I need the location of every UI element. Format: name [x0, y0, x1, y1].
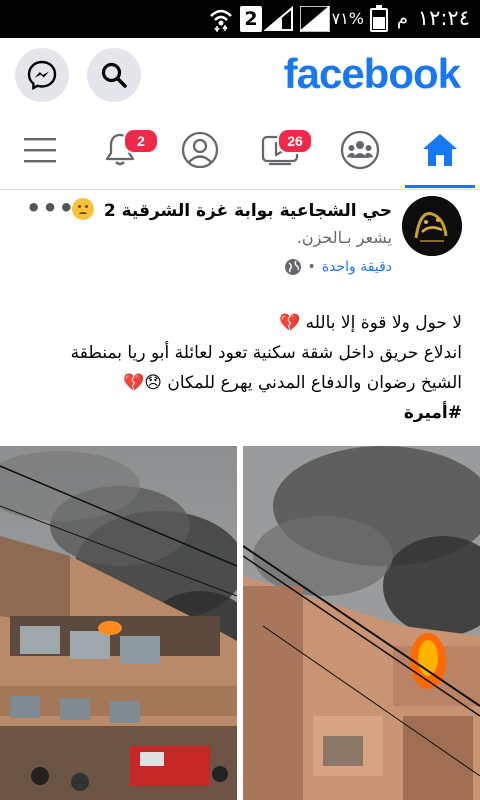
page-logo-image: [402, 196, 462, 256]
wifi-icon: [210, 9, 232, 32]
page-name-link[interactable]: حي الشجاعية بوابة غزة الشرقية 2: [71, 198, 392, 221]
home-icon: [423, 134, 457, 166]
post-time[interactable]: دقيقة واحدة: [322, 259, 392, 275]
tab-watch[interactable]: 26: [245, 112, 315, 188]
notification-badge: 2: [123, 128, 159, 154]
post-line: الشيخ رضوان والدفاع المدني يهرع للمكان 😞…: [123, 373, 462, 393]
tab-bar: 2 26: [0, 112, 480, 190]
feed-post: ••• حي الشجاعية بوابة غزة الشرقية 2 يشعر…: [0, 190, 480, 800]
tab-home[interactable]: [405, 112, 475, 188]
globe-icon: [284, 259, 301, 275]
page-name: حي الشجاعية بوابة غزة الشرقية 2: [103, 201, 392, 221]
sad-emoji-icon: [71, 198, 94, 220]
tab-menu[interactable]: [5, 112, 75, 188]
search-button[interactable]: [87, 48, 141, 102]
signal-icon: [300, 6, 330, 32]
building-fire-photo-right[interactable]: [243, 446, 480, 800]
signal-icon: [264, 6, 293, 31]
battery-percent: ٧١%: [331, 9, 364, 28]
post-line: اندلاع حريق داخل شقة سكنية تعود لعائلة أ…: [70, 343, 462, 363]
building-fire-photo-left[interactable]: [0, 446, 237, 800]
facebook-logo[interactable]: facebook: [284, 50, 461, 98]
battery-icon: [370, 5, 388, 32]
meta-separator: •: [307, 259, 316, 275]
clock: ١٢:٢٤: [417, 6, 470, 30]
groups-icon: [340, 130, 380, 170]
search-icon: [101, 62, 127, 88]
sim-indicator: 2: [240, 6, 262, 32]
app-header: facebook: [0, 38, 480, 112]
tab-profile[interactable]: [165, 112, 235, 188]
status-bar: 2 ٧١% م ١٢:٢٤: [0, 0, 480, 38]
post-line: لا حول ولا قوة إلا بالله 💔: [279, 313, 462, 333]
post-options-button[interactable]: •••: [26, 194, 75, 222]
ampm-label: م: [396, 8, 408, 29]
post-hashtag[interactable]: #أميرة: [12, 398, 462, 428]
hamburger-icon: [24, 138, 56, 163]
active-tab-indicator: [405, 185, 475, 188]
messenger-button[interactable]: [15, 48, 69, 102]
page-avatar[interactable]: [402, 196, 462, 256]
watch-badge: 26: [277, 128, 313, 154]
feeling-status: يشعر بـالحزن.: [296, 228, 392, 247]
post-header: ••• حي الشجاعية بوابة غزة الشرقية 2 يشعر…: [0, 190, 480, 290]
post-photos: [0, 446, 480, 800]
tab-groups[interactable]: [325, 112, 395, 188]
profile-icon: [181, 131, 219, 169]
messenger-icon: [27, 60, 57, 90]
tab-notifications[interactable]: 2: [85, 112, 159, 188]
post-meta: دقيقة واحدة •: [284, 258, 392, 276]
post-body: لا حول ولا قوة إلا بالله 💔 اندلاع حريق د…: [12, 308, 462, 428]
